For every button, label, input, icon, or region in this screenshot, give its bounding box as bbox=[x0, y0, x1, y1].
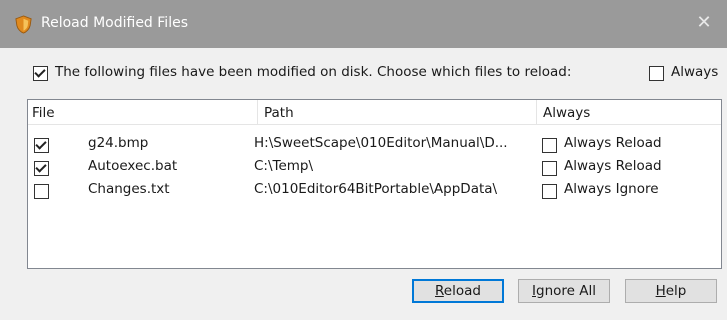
row-file-name: Changes.txt bbox=[88, 181, 170, 197]
header-bottom-border bbox=[28, 124, 721, 125]
row-always-checkbox[interactable] bbox=[542, 138, 557, 153]
close-button[interactable]: ✕ bbox=[681, 0, 727, 48]
row-always-label: Always Reload bbox=[564, 135, 662, 151]
app-shield-icon bbox=[15, 15, 32, 34]
always-checkbox[interactable] bbox=[649, 66, 664, 81]
ignore-all-label: gnore All bbox=[536, 283, 596, 299]
reload-accel: R bbox=[435, 283, 444, 299]
row-path: C:\010Editor64BitPortable\AppData\ bbox=[254, 181, 498, 197]
row-always-checkbox[interactable] bbox=[542, 161, 557, 176]
help-button[interactable]: Help bbox=[625, 279, 717, 303]
row-file-name: g24.bmp bbox=[88, 135, 149, 151]
ignore-all-button[interactable]: Ignore All bbox=[518, 279, 610, 303]
window-title: Reload Modified Files bbox=[41, 15, 188, 31]
column-header-path[interactable]: Path bbox=[264, 105, 294, 121]
column-header-always[interactable]: Always bbox=[543, 105, 590, 121]
close-icon: ✕ bbox=[696, 12, 712, 33]
file-list[interactable]: File Path Always g24.bmp H:\SweetScape\0… bbox=[27, 99, 722, 269]
column-header-file[interactable]: File bbox=[32, 105, 55, 121]
row-file-name: Autoexec.bat bbox=[88, 158, 178, 174]
row-path: H:\SweetScape\010Editor\Manual\D... bbox=[254, 135, 508, 151]
reload-label: eload bbox=[443, 283, 481, 299]
row-always-label: Always Reload bbox=[564, 158, 662, 174]
reload-button[interactable]: Reload bbox=[412, 279, 504, 303]
row-path: C:\Temp\ bbox=[254, 158, 314, 174]
row-always-label: Always Ignore bbox=[564, 181, 659, 197]
prompt-text: The following files have been modified o… bbox=[55, 64, 572, 80]
row-always-checkbox[interactable] bbox=[542, 184, 557, 199]
header-divider bbox=[536, 100, 537, 124]
title-bar: Reload Modified Files ✕ bbox=[0, 0, 727, 48]
row-checkbox[interactable] bbox=[34, 184, 49, 199]
row-checkbox[interactable] bbox=[34, 138, 49, 153]
help-label: elp bbox=[665, 283, 687, 299]
header-divider bbox=[257, 100, 258, 124]
always-label: Always bbox=[671, 64, 719, 80]
help-accel: H bbox=[655, 283, 666, 299]
row-checkbox[interactable] bbox=[34, 161, 49, 176]
prompt-checkbox[interactable] bbox=[33, 66, 48, 81]
